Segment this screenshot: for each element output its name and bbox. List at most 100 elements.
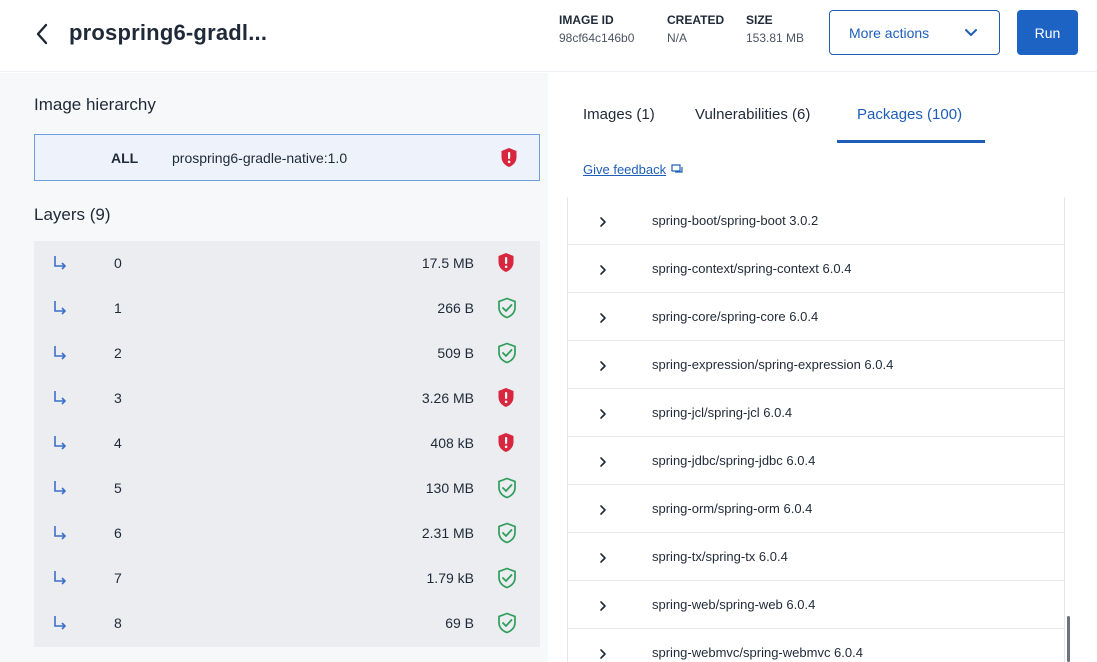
run-button[interactable]: Run [1017, 10, 1078, 55]
chevron-down-icon [965, 29, 977, 36]
more-actions-button[interactable]: More actions [829, 10, 1000, 55]
chevron-left-icon [36, 23, 48, 45]
subdirectory-arrow-icon [52, 390, 68, 411]
layer-size: 408 kB [430, 435, 474, 451]
chevron-right-icon[interactable] [599, 599, 607, 617]
subdirectory-arrow-icon [52, 300, 68, 321]
give-feedback-link[interactable]: Give feedback [583, 162, 683, 177]
package-name: spring-core/spring-core 6.0.4 [652, 309, 819, 324]
shield-alert-icon [500, 147, 518, 173]
tab-packages[interactable]: Packages (100) [857, 106, 962, 123]
layer-index: 7 [114, 570, 122, 586]
layer-row[interactable]: 7 1.79 kB [34, 556, 540, 601]
image-id-value: 98cf64c146b0 [559, 31, 635, 45]
layer-size: 3.26 MB [421, 390, 474, 406]
subdirectory-arrow-icon [52, 255, 68, 276]
created-meta: CREATED N/A [667, 13, 724, 45]
layer-row[interactable]: 0 17.5 MB [34, 241, 540, 286]
more-actions-label: More actions [849, 24, 930, 41]
package-row[interactable]: spring-tx/spring-tx 6.0.4 [568, 533, 1064, 581]
layer-size: 1.79 kB [426, 570, 474, 586]
shield-alert-icon [497, 432, 515, 458]
layers-list: 0 17.5 MB 1 266 B 2 509 B 3 3.26 MB 4 408 kB 5 130 … [34, 241, 540, 647]
layer-row[interactable]: 2 509 B [34, 331, 540, 376]
shield-check-icon [497, 567, 517, 594]
image-id-label: IMAGE ID [559, 13, 614, 27]
layer-index: 8 [114, 615, 122, 631]
layer-size: 509 B [437, 345, 474, 361]
shield-alert-icon [497, 387, 515, 413]
layer-index: 0 [114, 255, 122, 271]
layer-index: 2 [114, 345, 122, 361]
layer-index: 1 [114, 300, 122, 316]
size-meta: SIZE 153.81 MB [746, 13, 804, 45]
page-title: prospring6-gradl... [69, 20, 268, 45]
layer-index: 5 [114, 480, 122, 496]
package-row[interactable]: spring-boot/spring-boot 3.0.2 [568, 197, 1064, 245]
chevron-right-icon[interactable] [599, 647, 607, 662]
image-hierarchy-title: Image hierarchy [34, 95, 156, 114]
chat-icon [671, 164, 683, 173]
chevron-right-icon[interactable] [599, 263, 607, 281]
package-row[interactable]: spring-core/spring-core 6.0.4 [568, 293, 1064, 341]
layer-row[interactable]: 1 266 B [34, 286, 540, 331]
chevron-right-icon[interactable] [599, 359, 607, 377]
chevron-right-icon[interactable] [599, 503, 607, 521]
shield-check-icon [497, 297, 517, 324]
package-row[interactable]: spring-expression/spring-expression 6.0.… [568, 341, 1064, 389]
created-value: N/A [667, 31, 688, 45]
active-tab-indicator [837, 140, 985, 143]
shield-check-icon [497, 342, 517, 369]
subdirectory-arrow-icon [52, 480, 68, 501]
subdirectory-arrow-icon [52, 345, 68, 366]
layer-size: 266 B [437, 300, 474, 316]
all-label: ALL [111, 149, 139, 166]
layer-row[interactable]: 8 69 B [34, 601, 540, 646]
tab-vulnerabilities[interactable]: Vulnerabilities (6) [695, 106, 810, 123]
back-button[interactable] [30, 20, 54, 48]
package-name: spring-jcl/spring-jcl 6.0.4 [652, 405, 793, 420]
image-hierarchy-row[interactable]: ALL prospring6-gradle-native:1.0 [34, 134, 540, 181]
package-row[interactable]: spring-webmvc/spring-webmvc 6.0.4 [568, 629, 1064, 662]
shield-alert-icon [497, 252, 515, 278]
package-name: spring-boot/spring-boot 3.0.2 [652, 213, 819, 228]
top-header: prospring6-gradl... IMAGE ID 98cf64c146b… [0, 0, 1097, 72]
layer-size: 2.31 MB [421, 525, 474, 541]
package-name: spring-orm/spring-orm 6.0.4 [652, 501, 813, 516]
chevron-right-icon[interactable] [599, 551, 607, 569]
created-label: CREATED [667, 13, 725, 27]
chevron-right-icon[interactable] [599, 407, 607, 425]
layer-row[interactable]: 4 408 kB [34, 421, 540, 466]
package-row[interactable]: spring-web/spring-web 6.0.4 [568, 581, 1064, 629]
package-name: spring-webmvc/spring-webmvc 6.0.4 [652, 645, 863, 660]
shield-check-icon [497, 522, 517, 549]
package-row[interactable]: spring-jdbc/spring-jdbc 6.0.4 [568, 437, 1064, 485]
layer-row[interactable]: 6 2.31 MB [34, 511, 540, 556]
layer-row[interactable]: 5 130 MB [34, 466, 540, 511]
package-row[interactable]: spring-jcl/spring-jcl 6.0.4 [568, 389, 1064, 437]
package-name: spring-web/spring-web 6.0.4 [652, 597, 816, 612]
package-row[interactable]: spring-context/spring-context 6.0.4 [568, 245, 1064, 293]
packages-list: spring-boot/spring-boot 3.0.2 spring-cont… [567, 197, 1065, 662]
give-feedback-label: Give feedback [583, 162, 667, 177]
tab-images[interactable]: Images (1) [583, 106, 655, 123]
layer-size: 69 B [445, 615, 474, 631]
layer-row[interactable]: 3 3.26 MB [34, 376, 540, 421]
size-label: SIZE [746, 13, 773, 27]
chevron-right-icon[interactable] [599, 215, 607, 233]
packages-scrollbar[interactable] [1067, 616, 1070, 662]
chevron-right-icon[interactable] [599, 311, 607, 329]
layer-size: 17.5 MB [421, 255, 474, 271]
shield-check-icon [497, 612, 517, 639]
image-name: prospring6-gradle-native:1.0 [172, 149, 348, 166]
image-id-meta: IMAGE ID 98cf64c146b0 [559, 13, 634, 45]
layer-index: 3 [114, 390, 122, 406]
package-row[interactable]: spring-orm/spring-orm 6.0.4 [568, 485, 1064, 533]
shield-check-icon [497, 477, 517, 504]
layers-title: Layers (9) [34, 205, 111, 224]
package-name: spring-jdbc/spring-jdbc 6.0.4 [652, 453, 816, 468]
subdirectory-arrow-icon [52, 525, 68, 546]
package-name: spring-expression/spring-expression 6.0.… [652, 357, 894, 372]
chevron-right-icon[interactable] [599, 455, 607, 473]
layer-index: 6 [114, 525, 122, 541]
